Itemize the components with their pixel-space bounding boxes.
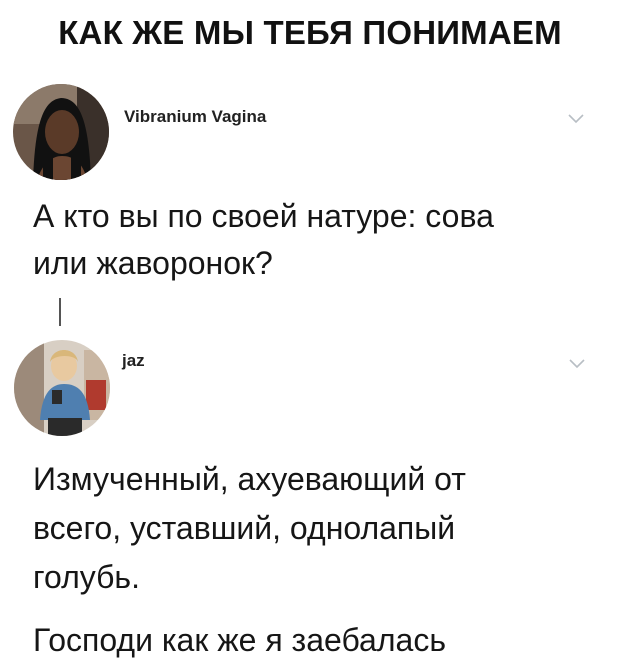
tweet-header: jaz (0, 338, 620, 438)
author-name[interactable]: jaz (122, 351, 145, 371)
author-name[interactable]: Vibranium Vagina (124, 107, 266, 127)
avatar[interactable] (13, 84, 109, 180)
tweet-header: Vibranium Vagina (0, 82, 620, 182)
tweet-text: Измученный, ахуевающий от всего, уставши… (33, 455, 603, 665)
chevron-down-icon[interactable] (569, 359, 585, 369)
avatar[interactable] (14, 340, 110, 436)
thread-connector (59, 298, 61, 326)
tweet-text-line: Измученный, ахуевающий от (33, 461, 466, 497)
user-avatar-image (13, 84, 109, 180)
tweet-text-line: Господи как же я заебалась (33, 622, 446, 658)
tweet-text-line: всего, уставший, однолапый (33, 510, 456, 546)
user-avatar-image (14, 340, 110, 436)
page-title: КАК ЖЕ МЫ ТЕБЯ ПОНИМАЕМ (58, 14, 562, 51)
tweet-text-line: или жаворонок? (33, 245, 273, 281)
tweet-text: А кто вы по своей натуре: сова или жавор… (33, 193, 603, 287)
tweet-text-line: голубь. (33, 559, 140, 595)
tweet-text-line: А кто вы по своей натуре: сова (33, 198, 494, 234)
chevron-down-icon[interactable] (568, 114, 584, 124)
